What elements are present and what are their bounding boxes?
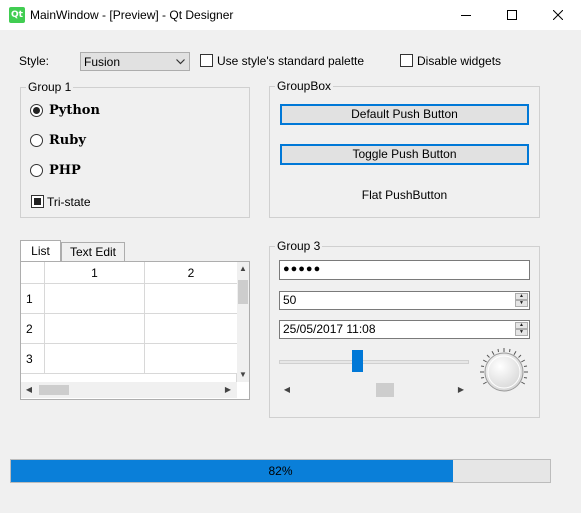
groupbox-title: GroupBox [275,79,334,93]
table-cell[interactable] [45,284,145,314]
style-combobox-value: Fusion [84,55,121,69]
progress-text: 82% [268,464,293,478]
spin-down-icon[interactable]: ▼ [515,329,528,336]
scroll-up-icon[interactable]: ▲ [237,264,249,274]
tristate-label: Tri-state [47,195,91,209]
tab-text-edit[interactable]: Text Edit [61,242,125,262]
row-header-3[interactable]: 3 [21,344,45,374]
style-label: Style: [19,54,50,68]
style-combobox[interactable]: Fusion [80,52,190,71]
table-cell[interactable] [145,284,237,314]
title-bar[interactable]: Qt MainWindow - [Preview] - Qt Designer [0,0,581,30]
dial[interactable] [478,346,530,398]
spinbox[interactable]: 50 ▲ ▼ [279,291,530,310]
standard-palette-label: Use style's standard palette [217,54,365,68]
slider-handle[interactable] [352,350,363,372]
column-header-2[interactable]: 2 [145,262,237,284]
flat-push-button[interactable]: Flat PushButton [280,188,529,202]
spin-up-icon[interactable]: ▲ [515,293,528,300]
toggle-push-button[interactable]: Toggle Push Button [280,144,529,165]
scroll-right-icon[interactable]: ▶ [456,385,466,395]
datetime-value: 25/05/2017 11:08 [283,322,376,336]
horizontal-scrollbar-thumb[interactable] [39,385,69,395]
radio-ruby[interactable] [30,134,43,147]
spinbox-value: 50 [283,293,297,307]
table-view[interactable]: 1 2 1 2 3 ▲ ▼ ◀ ▶ [20,261,250,400]
group-3-title: Group 3 [275,239,323,253]
table-partial-row [21,374,237,382]
radio-python-label: Python [49,103,100,118]
disable-widgets-label: Disable widgets [417,54,502,68]
dial-knob[interactable] [484,352,524,392]
row-header-1[interactable]: 1 [21,284,45,314]
horizontal-scrollbar[interactable]: ◀ ▶ [21,382,237,398]
table-cell[interactable] [145,344,237,374]
table-cell[interactable] [45,344,145,374]
progress-bar: 82% [10,459,551,483]
chevron-down-icon [176,59,185,65]
scroll-left-icon[interactable]: ◀ [282,385,292,395]
radio-checked-dot [33,107,40,114]
standard-palette-checkbox[interactable] [200,54,213,67]
minimize-icon [461,15,471,16]
radio-php-label: PHP [49,163,81,178]
scroll-right-icon[interactable]: ▶ [223,385,233,395]
spin-down-icon[interactable]: ▼ [515,300,528,307]
scrollbar-thumb[interactable] [376,383,394,397]
slider-groove [279,360,469,364]
tristate-partial-mark [34,198,41,205]
tristate-checkbox[interactable] [31,195,44,208]
close-icon [553,10,563,20]
table-cell[interactable] [45,314,145,344]
spin-up-icon[interactable]: ▲ [515,322,528,329]
window-title: MainWindow - [Preview] - Qt Designer [30,8,234,22]
maximize-button[interactable] [489,0,535,30]
datetime-buttons[interactable]: ▲ ▼ [515,322,528,337]
datetime-edit[interactable]: 25/05/2017 11:08 ▲ ▼ [279,320,530,339]
horizontal-scrollbar-widget[interactable]: ◀ ▶ [279,382,469,398]
minimize-button[interactable] [443,0,489,30]
horizontal-slider[interactable] [279,349,469,375]
row-header-2[interactable]: 2 [21,314,45,344]
vertical-scrollbar[interactable]: ▲ ▼ [237,262,249,382]
radio-php[interactable] [30,164,43,177]
vertical-scrollbar-thumb[interactable] [238,280,248,304]
scroll-left-icon[interactable]: ◀ [24,385,34,395]
maximize-icon [507,10,517,20]
close-button[interactable] [535,0,581,30]
column-header-1[interactable]: 1 [45,262,145,284]
table-corner [21,262,45,284]
group-1-title: Group 1 [26,80,74,94]
default-push-button[interactable]: Default Push Button [280,104,529,125]
disable-widgets-checkbox[interactable] [400,54,413,67]
table-cell[interactable] [145,314,237,344]
radio-python[interactable] [30,104,43,117]
qt-app-icon: Qt [9,7,25,23]
scroll-down-icon[interactable]: ▼ [237,370,249,380]
radio-ruby-label: Ruby [49,133,86,148]
tab-list[interactable]: List [20,240,61,262]
spinbox-buttons[interactable]: ▲ ▼ [515,293,528,308]
password-field[interactable]: ●●●●● [279,260,530,280]
